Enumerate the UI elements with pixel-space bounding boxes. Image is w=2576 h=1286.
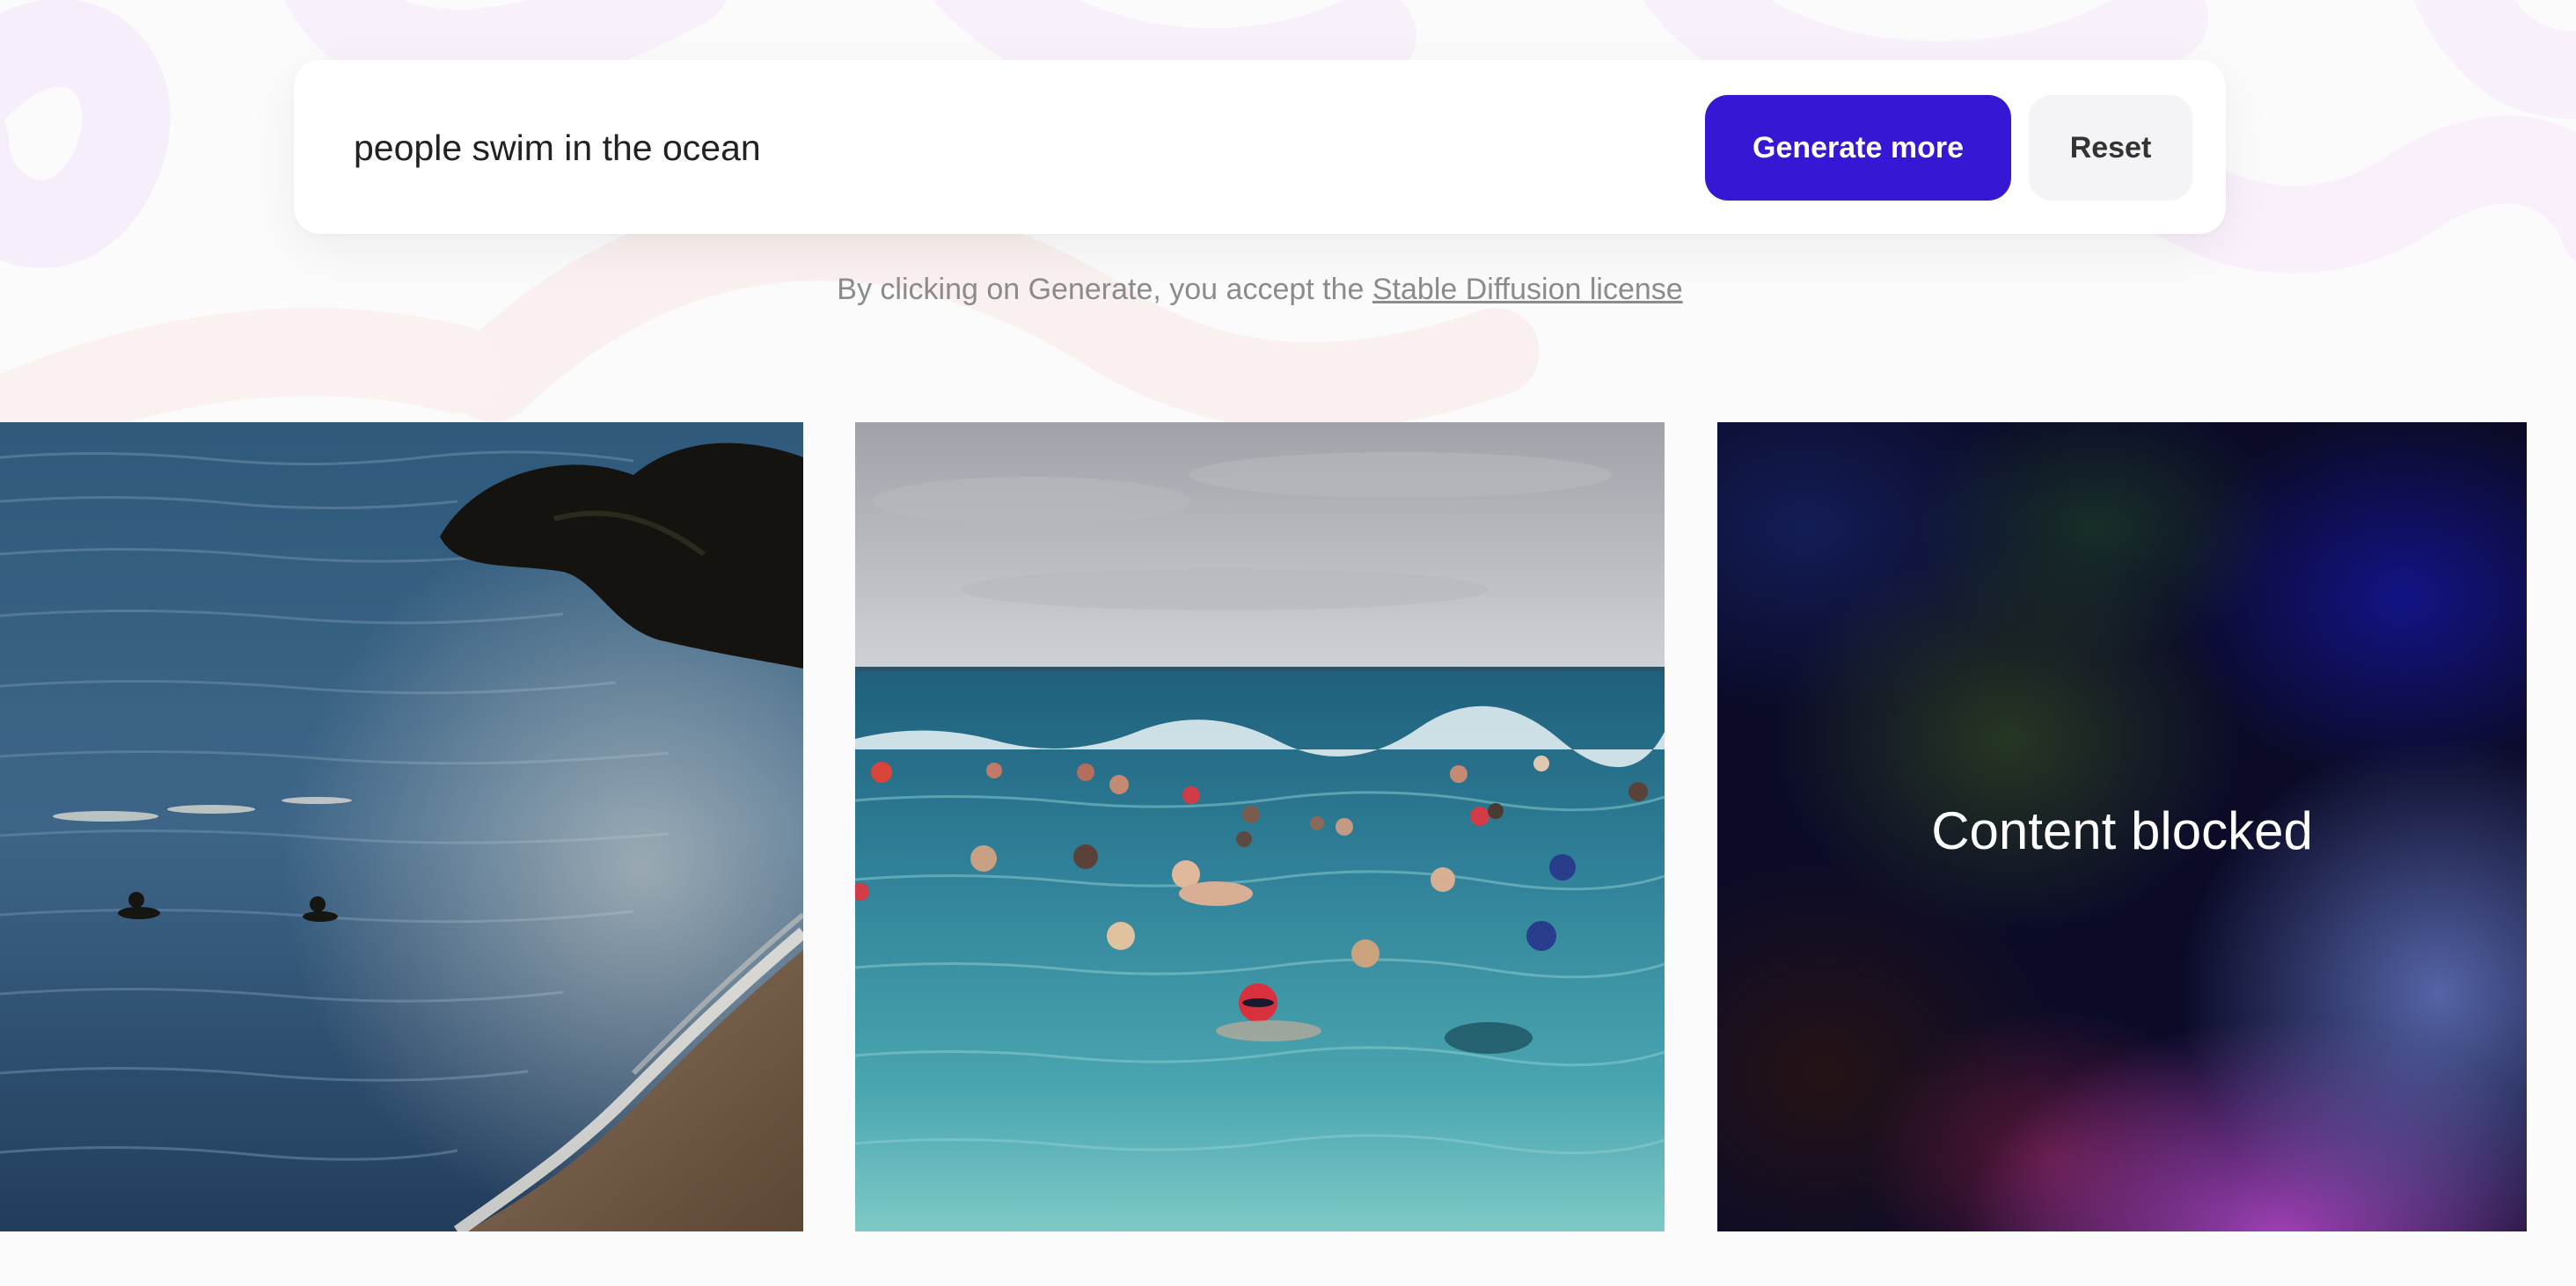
- license-link[interactable]: Stable Diffusion license: [1372, 273, 1683, 306]
- result-image-2[interactable]: [855, 422, 1665, 1231]
- prompt-input[interactable]: [354, 106, 1409, 190]
- result-image-1[interactable]: [0, 422, 803, 1231]
- license-text: By clicking on Generate, you accept the: [837, 273, 1372, 306]
- content-blocked-label: Content blocked: [1931, 801, 2313, 860]
- result-blocked[interactable]: Content blocked: [1717, 422, 2527, 1231]
- generate-more-button[interactable]: Generate more: [1705, 95, 2011, 201]
- prompt-bar: Generate more Reset: [294, 60, 2226, 234]
- license-notice: By clicking on Generate, you accept the …: [0, 273, 2520, 307]
- group-swimmers-image: [855, 422, 1665, 1231]
- shoreline-swimmers-image: [0, 422, 803, 1231]
- reset-button[interactable]: Reset: [2029, 95, 2192, 201]
